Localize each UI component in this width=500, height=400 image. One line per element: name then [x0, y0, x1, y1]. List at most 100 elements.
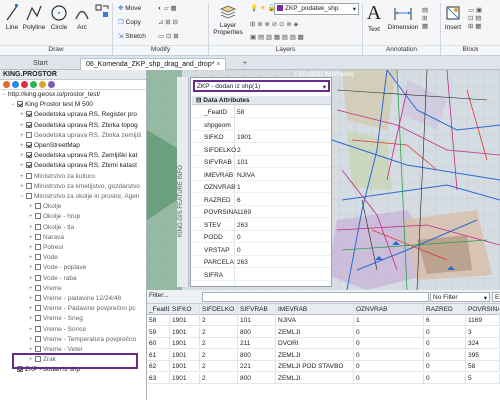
text-button[interactable]: A Text: [364, 2, 384, 33]
layer-checkbox[interactable]: [35, 274, 41, 281]
tree-item[interactable]: + Geodetska uprava RS, Zbirka zemljiš: [0, 131, 141, 141]
close-icon[interactable]: ×: [216, 61, 220, 68]
filter-mode-dropdown[interactable]: No Filter ▾: [430, 292, 490, 302]
modify-tools3-icon[interactable]: ▭ ⊡ ⊠: [158, 32, 179, 40]
circle-tool[interactable]: Circle: [48, 4, 70, 31]
tree-item[interactable]: + Vreme - Sneg: [0, 314, 83, 324]
tree-item[interactable]: + Vode - poplave: [0, 263, 86, 273]
dimension-button[interactable]: Dimension: [386, 4, 420, 31]
attribute-row[interactable]: STEV 263: [192, 220, 331, 231]
table-row[interactable]: 58 1901 2 101 NJIVA 1 6 1169: [147, 315, 500, 326]
filter-input[interactable]: [202, 292, 429, 302]
table-header[interactable]: _FeatID SIFKO SIFDELKO SIFVRAB IMEVRAB OZNVRA…: [147, 304, 500, 315]
attribute-row[interactable]: SIFVRAB 101: [192, 157, 331, 168]
tree-item[interactable]: + Ministrstvo za kulturo: [0, 172, 95, 182]
tab-drawing[interactable]: 06_Komenda_ZKP_shp_drag_and_drop* ×: [80, 58, 227, 70]
layer-checkbox[interactable]: [35, 335, 41, 342]
layer-checkbox[interactable]: [35, 223, 41, 230]
tree-item[interactable]: + Potresi: [0, 243, 63, 253]
search-icon[interactable]: [48, 81, 55, 88]
attribute-row[interactable]: PARCELA 263: [192, 257, 331, 268]
layer-checkbox[interactable]: [26, 121, 32, 128]
layer-checkbox[interactable]: [35, 244, 41, 250]
attribute-row[interactable]: RAZRED 6: [192, 195, 331, 206]
layer-checkbox[interactable]: [26, 142, 32, 148]
layer-dropdown[interactable]: ZKP_podatek_shp ▾: [274, 3, 359, 15]
tree-item[interactable]: + Vreme - padavine 12/24/48: [0, 294, 121, 304]
feature-selector-dropdown[interactable]: ZKP - dodan iz shp(1) ▾: [193, 80, 330, 92]
move-button[interactable]: ✥ Move: [118, 4, 141, 12]
filter-label[interactable]: Filter...: [149, 292, 169, 299]
new-tab-button[interactable]: +: [238, 58, 252, 70]
layer-checkbox[interactable]: [35, 203, 41, 210]
tree-item[interactable]: − King Prostor test M 500: [0, 100, 93, 110]
tree-item[interactable]: + Okolje - tla: [0, 223, 74, 233]
copy-button[interactable]: ❐ Copy: [118, 18, 141, 26]
data-attributes-header[interactable]: ⊟ Data Attributes: [192, 96, 331, 105]
tree-item[interactable]: + Vreme - Padavine povprečno pc: [0, 304, 136, 314]
polyline-tool[interactable]: Polyline: [22, 4, 46, 31]
tree-item[interactable]: + Narava: [0, 233, 64, 243]
tab-start[interactable]: Start: [28, 58, 53, 70]
layer-properties-button[interactable]: Layer Properties: [212, 4, 244, 36]
attribute-row[interactable]: shpgeom: [192, 120, 331, 131]
layer-checkbox[interactable]: [35, 325, 41, 332]
identify-icon[interactable]: [21, 81, 28, 88]
attribute-row[interactable]: SIFDELKO 2: [192, 145, 331, 156]
settings-icon[interactable]: [39, 81, 46, 88]
layer-checkbox[interactable]: [35, 305, 41, 312]
layer-checkbox[interactable]: [35, 213, 41, 220]
layer-tools-icon[interactable]: ⊞ ⊕ ⊗ ⊘ ⊙ ⊚ ◈: [250, 20, 299, 28]
tree-item[interactable]: + Geodetska uprava RS, Zbirka topog: [0, 121, 138, 131]
layer-checkbox[interactable]: [35, 315, 41, 322]
layer-checkbox[interactable]: [26, 172, 32, 179]
tree-item[interactable]: + OpenStreetMap: [0, 141, 80, 151]
attribute-row[interactable]: _FeatID 58: [192, 107, 331, 118]
zoom-icon[interactable]: [12, 81, 19, 88]
attribute-row[interactable]: OZNVRAB 1: [192, 182, 331, 193]
stretch-button[interactable]: ⇲ Stretch: [118, 32, 146, 40]
layers-toggle-icon[interactable]: [30, 81, 37, 88]
layer-checkbox[interactable]: [35, 295, 41, 301]
layer-checkbox[interactable]: [35, 254, 41, 261]
table-row[interactable]: 59 1901 2 800 ZEMLJI 0 0 3: [147, 326, 500, 338]
table-row[interactable]: 61 1901 2 800 ZEMLJI 0 0 395: [147, 349, 500, 361]
attribute-row[interactable]: SIFKO 1901: [192, 132, 331, 143]
layer-checkbox[interactable]: [26, 182, 32, 189]
table-row[interactable]: 63 1901 2 800 ZEMLJI 0 0 5: [147, 372, 500, 384]
layer-checkbox[interactable]: [35, 346, 41, 352]
attribute-row[interactable]: POVRSINA 1169: [192, 207, 331, 218]
tree-item[interactable]: + Geodetska uprava RS, Zbirni katast: [0, 161, 137, 171]
attribute-row[interactable]: IMEVRAB NJIVA: [192, 170, 331, 181]
layer-checkbox[interactable]: [35, 264, 41, 271]
tree-item[interactable]: + Vreme - Temperatura povprečno: [0, 335, 136, 345]
tree-item[interactable]: + Vode - raba: [0, 274, 77, 284]
arc-tool[interactable]: Arc: [72, 4, 92, 31]
line-tool[interactable]: Line: [2, 4, 22, 31]
layer-checkbox[interactable]: [26, 131, 32, 138]
layer-state-icons[interactable]: 💡 ☀ 🔓: [250, 4, 276, 12]
layer-checkbox[interactable]: [26, 193, 32, 199]
more-draw-icon[interactable]: [94, 4, 110, 20]
table-row[interactable]: 60 1901 2 211 DVORI 0 0 324: [147, 338, 500, 349]
attribute-row[interactable]: SIFRA: [192, 270, 331, 281]
attribute-row[interactable]: PODD 0: [192, 232, 331, 243]
layer-checkbox[interactable]: [17, 101, 23, 108]
modify-tools2-icon[interactable]: ⊿ ⊞ ⊟: [158, 18, 178, 26]
tree-item[interactable]: + Okolje - hrup: [0, 212, 80, 222]
tree-item[interactable]: + Vreme: [0, 284, 62, 294]
annotation-tools-icon[interactable]: ▤ ⊞ ▦: [422, 6, 428, 30]
layer-checkbox[interactable]: [26, 162, 32, 169]
refresh-icon[interactable]: [3, 81, 10, 88]
export-button[interactable]: Export: [492, 292, 500, 302]
tree-item[interactable]: − Ministrstvo za okolje in prostor, Agen: [0, 192, 140, 202]
layer-tools2-icon[interactable]: ▣ ▤ ▥ ▦ ▧ ▨ ▩: [250, 33, 304, 41]
layer-checkbox[interactable]: [26, 111, 32, 118]
insert-button[interactable]: Insert: [442, 4, 464, 31]
tree-item[interactable]: + Vode: [0, 253, 58, 263]
table-row[interactable]: 62 1901 2 221 ZEMLJI POD STAVBO 0 0 58: [147, 361, 500, 372]
modify-tools-icon[interactable]: ◐ ▱ ▦: [158, 4, 177, 12]
layer-checkbox[interactable]: [35, 284, 41, 291]
tree-item[interactable]: + Vreme - Sonce: [0, 325, 86, 335]
tree-item[interactable]: + Geodetska uprava RS, Register pro: [0, 110, 137, 120]
